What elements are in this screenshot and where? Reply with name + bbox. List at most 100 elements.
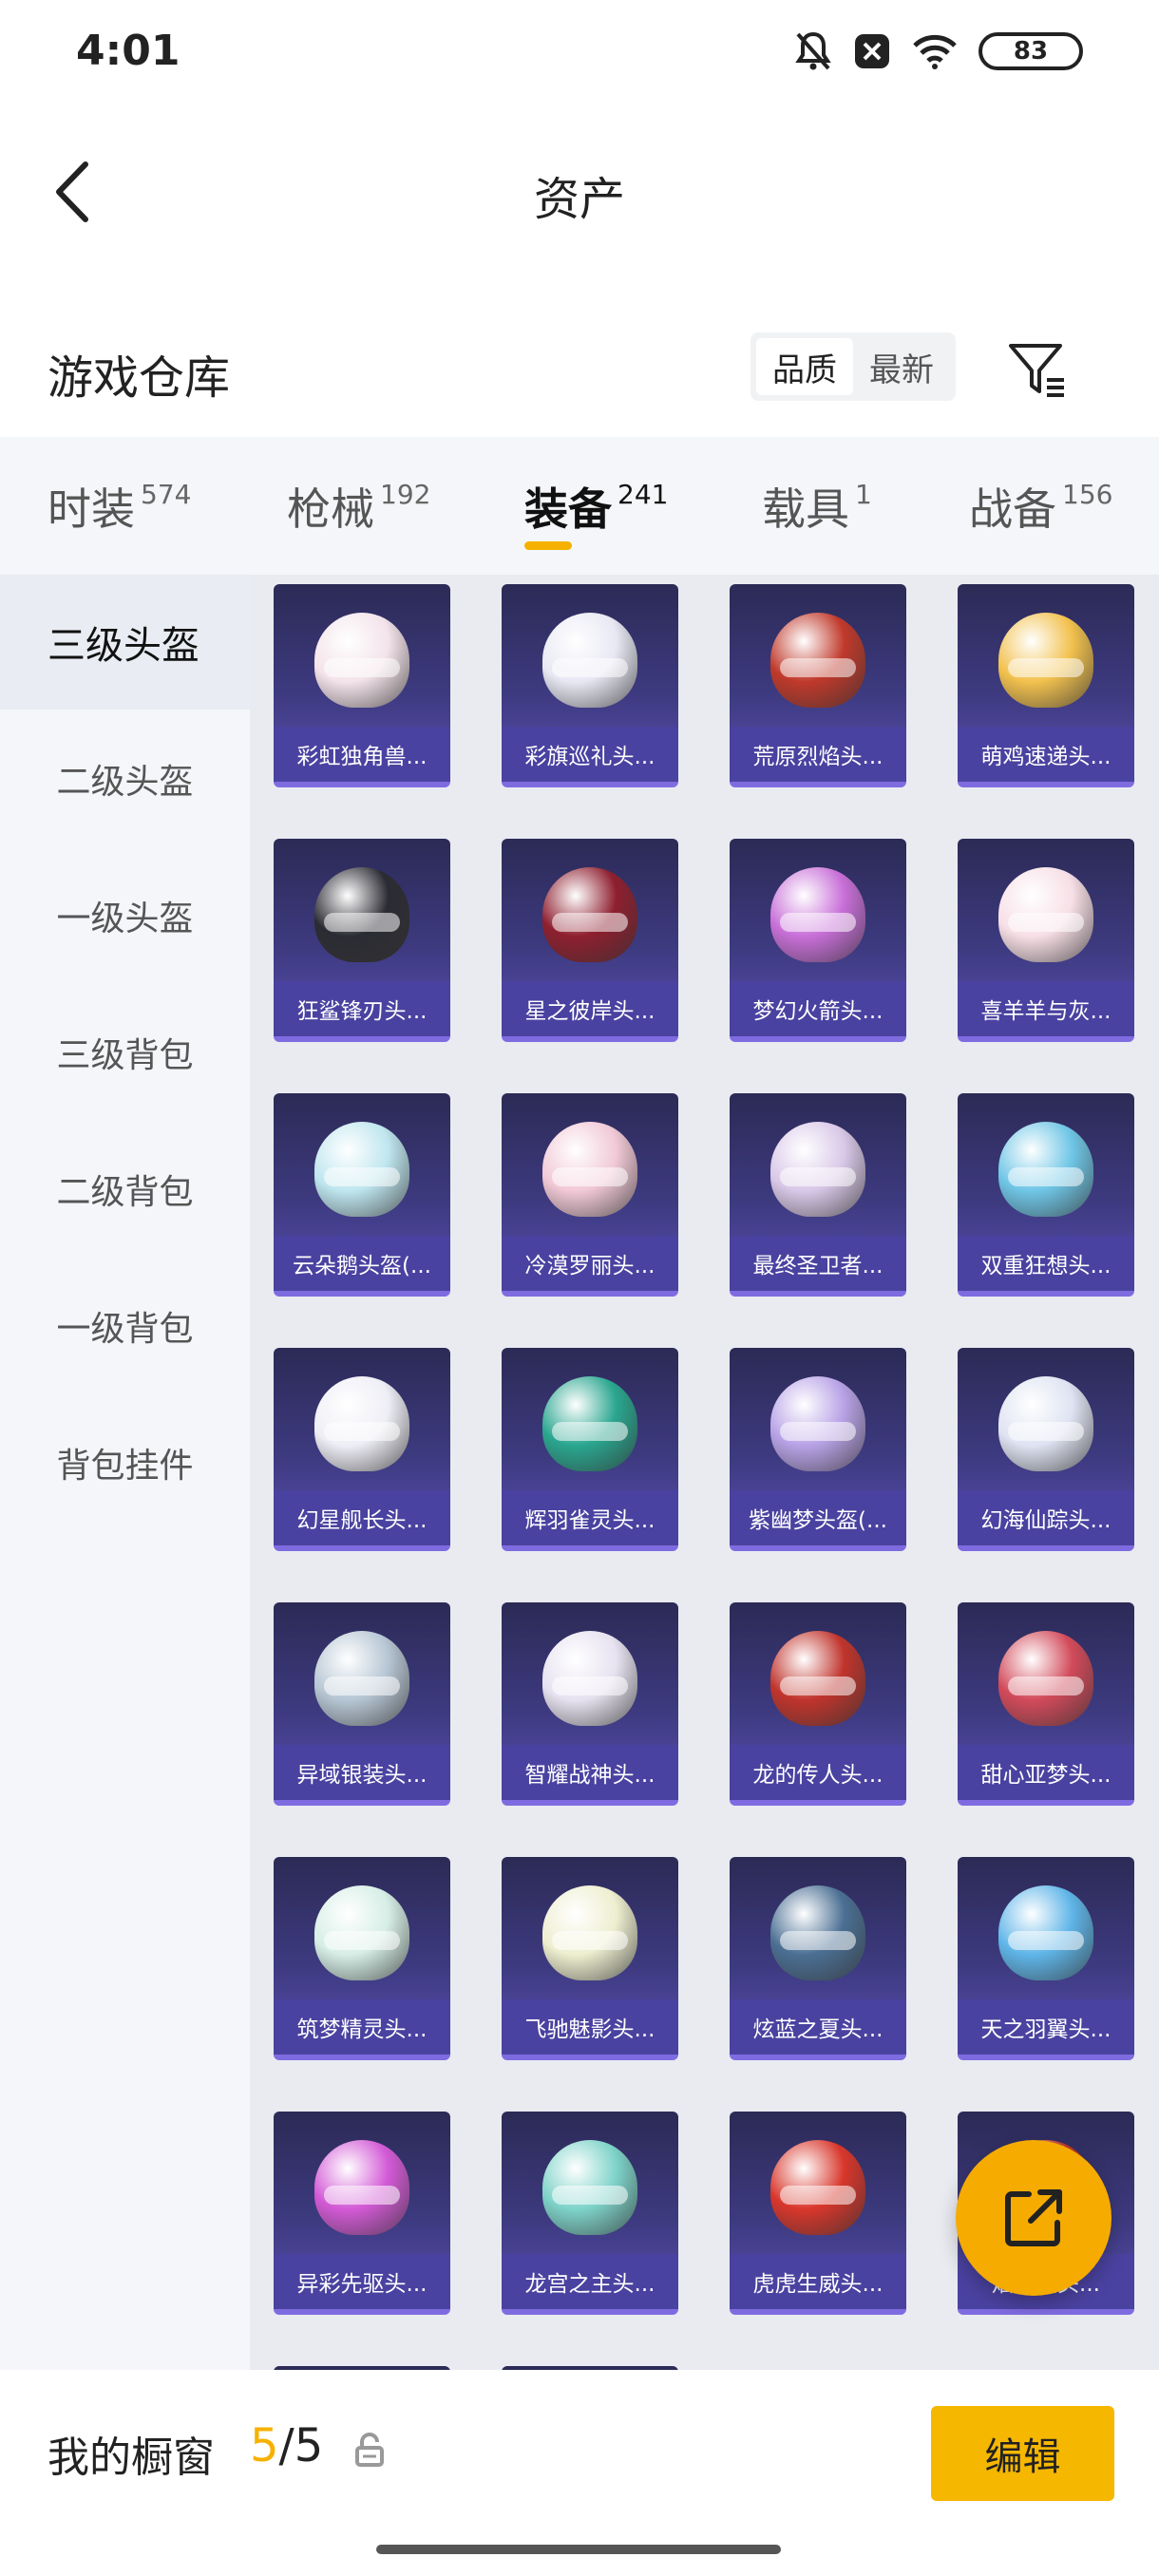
- filter-button[interactable]: [1005, 338, 1070, 403]
- item-card[interactable]: 彩旗巡礼头...: [502, 584, 678, 787]
- item-card[interactable]: 天之羽翼头...: [958, 1857, 1134, 2060]
- sidebar-item-level2-helmet[interactable]: 二级头盔: [0, 711, 250, 846]
- wifi-icon: [913, 34, 957, 69]
- helmet-icon: [998, 867, 1093, 962]
- item-card[interactable]: 龙的传人头...: [730, 1602, 906, 1806]
- helmet-icon: [542, 613, 637, 708]
- item-card[interactable]: 龙宫之主头...: [502, 2112, 678, 2315]
- item-card[interactable]: 狂鲨锋刃头...: [274, 839, 450, 1042]
- helmet-icon: [314, 1885, 409, 1980]
- tab-count: 241: [618, 479, 669, 510]
- item-card[interactable]: 甜心亚梦头...: [958, 1602, 1134, 1806]
- sidebar-item-level3-helmet[interactable]: 三级头盔: [0, 575, 250, 710]
- item-card[interactable]: 幻星舰长头...: [274, 1348, 450, 1551]
- tab-equipment[interactable]: 装备 241: [524, 475, 668, 538]
- item-name: 幻海仙踪头...: [958, 1490, 1134, 1545]
- item-card[interactable]: 幻海仙踪头...: [958, 1348, 1134, 1551]
- active-tab-indicator: [524, 541, 572, 550]
- category-tabs: 时装 574 枪械 192 装备 241 载具 1 战备 156: [0, 437, 1159, 575]
- item-name: 最终圣卫者...: [730, 1236, 906, 1291]
- status-bar: 4:01 83: [0, 0, 1159, 104]
- item-card[interactable]: 炫蓝之夏头...: [730, 1857, 906, 2060]
- item-card[interactable]: 紫幽梦头盔(...: [730, 1348, 906, 1551]
- helmet-icon: [314, 1376, 409, 1471]
- helmet-visor: [1008, 1167, 1084, 1186]
- helmet-icon: [998, 1885, 1093, 1980]
- sort-option-newest[interactable]: 最新: [853, 338, 950, 395]
- helmet-visor: [780, 1167, 856, 1186]
- nav-bar: 资产: [0, 133, 1159, 247]
- helmet-icon: [770, 1376, 865, 1471]
- showcase-label: 我的橱窗: [48, 2434, 215, 2482]
- sidebar-item-level2-backpack[interactable]: 二级背包: [0, 1122, 250, 1257]
- item-name: 智耀战神头...: [502, 1745, 678, 1800]
- status-time: 4:01: [76, 27, 180, 75]
- helmet-visor: [1008, 658, 1084, 677]
- item-card[interactable]: 筑梦精灵头...: [274, 1857, 450, 2060]
- tab-battle-gear[interactable]: 战备 156: [969, 475, 1112, 538]
- showcase-separator: /: [278, 2419, 294, 2472]
- item-card[interactable]: 智耀战神头...: [502, 1602, 678, 1806]
- sidebar-item-level1-backpack[interactable]: 一级背包: [0, 1259, 250, 1393]
- item-name: 幻星舰长头...: [274, 1490, 450, 1545]
- item-card[interactable]: 荒原烈焰头...: [730, 584, 906, 787]
- share-button[interactable]: [956, 2140, 1112, 2296]
- helmet-visor: [324, 658, 400, 677]
- sidebar-item-level3-backpack[interactable]: 三级背包: [0, 985, 250, 1120]
- item-card[interactable]: 星之彼岸头...: [502, 839, 678, 1042]
- sidebar: 三级头盔 二级头盔 一级头盔 三级背包 二级背包 一级背包 背包挂件: [0, 575, 250, 2370]
- tab-fashion[interactable]: 时装 574: [48, 475, 191, 538]
- item-name: 龙的传人头...: [730, 1745, 906, 1800]
- sidebar-item-backpack-pendant[interactable]: 背包挂件: [0, 1395, 250, 1530]
- helmet-icon: [542, 1376, 637, 1471]
- item-card[interactable]: 梦幻火箭头...: [730, 839, 906, 1042]
- helmet-icon: [770, 1631, 865, 1726]
- item-name: 紫幽梦头盔(...: [730, 1490, 906, 1545]
- helmet-visor: [552, 1167, 628, 1186]
- helmet-icon: [314, 1631, 409, 1726]
- tab-vehicles[interactable]: 载具 1: [762, 475, 872, 538]
- item-name: 异彩先驱头...: [274, 2254, 450, 2309]
- sort-option-quality[interactable]: 品质: [756, 338, 853, 395]
- item-name: 甜心亚梦头...: [958, 1745, 1134, 1800]
- helmet-icon: [770, 613, 865, 708]
- item-card[interactable]: 云朵鹅头盔(...: [274, 1093, 450, 1297]
- helmet-visor: [780, 1422, 856, 1441]
- item-name: 飞驰魅影头...: [502, 1999, 678, 2055]
- item-card[interactable]: 冷漠罗丽头...: [502, 1093, 678, 1297]
- home-indicator[interactable]: [376, 2545, 781, 2554]
- item-name: 冷漠罗丽头...: [502, 1236, 678, 1291]
- edit-button[interactable]: 编辑: [931, 2406, 1114, 2501]
- item-card[interactable]: 喜羊羊与灰...: [958, 839, 1134, 1042]
- helmet-visor: [780, 658, 856, 677]
- sidebar-item-level1-helmet[interactable]: 一级头盔: [0, 848, 250, 983]
- item-name: 萌鸡速递头...: [958, 727, 1134, 782]
- item-card[interactable]: 萌鸡速递头...: [958, 584, 1134, 787]
- lock-icon: [355, 2433, 384, 2467]
- item-card[interactable]: 异域银装头...: [274, 1602, 450, 1806]
- item-card[interactable]: 彩虹独角兽...: [274, 584, 450, 787]
- item-name: 云朵鹅头盔(...: [274, 1236, 450, 1291]
- tab-label: 枪械: [287, 483, 374, 535]
- item-card[interactable]: 最终圣卫者...: [730, 1093, 906, 1297]
- item-name: 彩虹独角兽...: [274, 727, 450, 782]
- helmet-visor: [324, 2186, 400, 2205]
- item-card[interactable]: 虎虎生威头...: [730, 2112, 906, 2315]
- item-card[interactable]: 异彩先驱头...: [274, 2112, 450, 2315]
- bell-off-icon: [795, 31, 831, 70]
- helmet-visor: [1008, 1676, 1084, 1695]
- item-name: 辉羽雀灵头...: [502, 1490, 678, 1545]
- tab-weapons[interactable]: 枪械 192: [287, 475, 430, 538]
- item-name: 炫蓝之夏头...: [730, 1999, 906, 2055]
- tab-label: 装备: [524, 483, 612, 535]
- item-card[interactable]: 辉羽雀灵头...: [502, 1348, 678, 1551]
- item-name: 喜羊羊与灰...: [958, 981, 1134, 1036]
- helmet-visor: [1008, 1422, 1084, 1441]
- helmet-visor: [552, 1676, 628, 1695]
- item-name: 天之羽翼头...: [958, 1999, 1134, 2055]
- battery-icon: 83: [978, 32, 1083, 70]
- item-card[interactable]: 双重狂想头...: [958, 1093, 1134, 1297]
- item-name: 筑梦精灵头...: [274, 1999, 450, 2055]
- helmet-visor: [780, 1931, 856, 1950]
- item-card[interactable]: 飞驰魅影头...: [502, 1857, 678, 2060]
